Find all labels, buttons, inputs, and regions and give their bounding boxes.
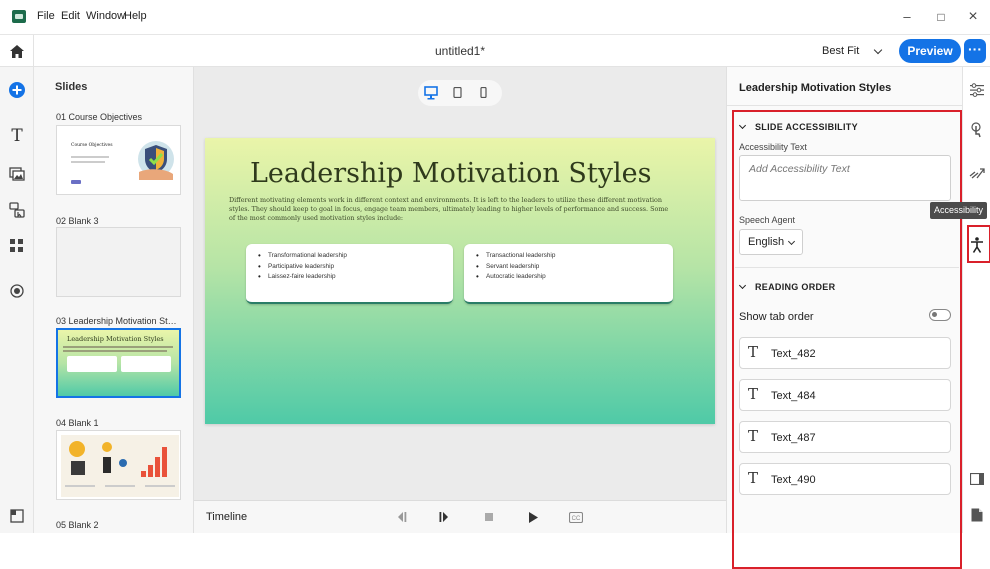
accessibility-tooltip: Accessibility xyxy=(930,202,988,219)
animation-icon xyxy=(969,168,985,179)
thumb-card xyxy=(121,356,171,372)
accessibility-button[interactable] xyxy=(969,237,985,253)
thumb-title: Course Objectives xyxy=(71,143,113,148)
play-icon xyxy=(529,511,538,523)
list-item: Participative leadership xyxy=(258,262,441,273)
text-tool-button[interactable]: T xyxy=(8,126,26,146)
list-item: Laissez-faire leadership xyxy=(258,272,441,283)
menu-bar: File Edit Window Help – □ × xyxy=(0,0,990,35)
plus-circle-icon xyxy=(9,82,25,98)
more-options-button[interactable]: ··· xyxy=(964,39,986,63)
canvas-area: Leadership Motivation Styles Different m… xyxy=(194,67,726,500)
widgets-icon xyxy=(10,239,23,252)
step-forward-icon xyxy=(439,512,448,522)
panel-toggle-button[interactable] xyxy=(8,507,26,525)
menu-window[interactable]: Window xyxy=(86,10,125,22)
slide-notes-button[interactable] xyxy=(969,471,985,487)
list-item: Transactional leadership xyxy=(476,251,661,262)
slide-thumbnail-1[interactable]: Course Objectives xyxy=(56,125,181,195)
stop-button[interactable] xyxy=(481,510,497,524)
illustration-icon xyxy=(61,435,179,497)
thumb-text-line xyxy=(71,156,109,158)
slide-thumbnail-4[interactable] xyxy=(56,430,181,500)
interaction-panel-button[interactable] xyxy=(969,122,985,138)
slide-label: 02 Blank 3 xyxy=(56,216,99,226)
preview-button[interactable]: Preview xyxy=(899,39,961,63)
menu-file[interactable]: File xyxy=(37,10,55,22)
menu-edit[interactable]: Edit xyxy=(61,10,80,22)
properties-panel: Leadership Motivation Styles SLIDE ACCES… xyxy=(726,67,963,569)
bullet-card-left[interactable]: Transformational leadership Participativ… xyxy=(246,244,453,304)
timeline-label[interactable]: Timeline xyxy=(206,511,247,523)
slide-label: 01 Course Objectives xyxy=(56,112,143,122)
slide-canvas[interactable]: Leadership Motivation Styles Different m… xyxy=(205,138,715,424)
thumb-text-line xyxy=(63,346,173,348)
interactions-tool-button[interactable] xyxy=(8,201,26,219)
slide-title[interactable]: Leadership Motivation Styles xyxy=(250,158,651,189)
timeline-bar: Timeline CC xyxy=(194,500,726,533)
stop-icon xyxy=(485,513,493,521)
thumb-text-line xyxy=(71,161,105,163)
divider xyxy=(727,105,963,106)
media-tool-button[interactable] xyxy=(8,165,26,183)
record-button[interactable] xyxy=(8,282,26,300)
slides-panel: Slides 01 Course Objectives Course Objec… xyxy=(34,67,194,533)
maximize-button[interactable]: □ xyxy=(924,6,958,28)
image-icon xyxy=(9,167,25,181)
slide-thumbnail-2[interactable] xyxy=(56,227,181,297)
close-button[interactable]: × xyxy=(956,6,990,28)
widgets-tool-button[interactable] xyxy=(8,237,26,255)
slide-panel-icon xyxy=(970,473,984,485)
step-back-button[interactable] xyxy=(394,510,410,524)
sliders-icon xyxy=(970,83,984,97)
closed-caption-button[interactable]: CC xyxy=(568,510,584,524)
slide-label: 03 Leadership Motivation Styl... xyxy=(56,316,181,326)
panel-title: Leadership Motivation Styles xyxy=(739,82,892,94)
toolbar: untitled1* Best Fit Preview ··· xyxy=(0,35,990,67)
step-forward-button[interactable] xyxy=(436,510,452,524)
document-title: untitled1* xyxy=(434,44,486,58)
document-button[interactable] xyxy=(969,507,985,523)
properties-button[interactable] xyxy=(969,82,985,98)
slide-label: 05 Blank 2 xyxy=(56,520,99,530)
highlight-annotation-box xyxy=(732,110,962,569)
right-tool-rail xyxy=(962,67,990,533)
animation-panel-button[interactable] xyxy=(969,165,985,181)
list-item: Autocratic leadership xyxy=(476,272,661,283)
accessibility-icon xyxy=(971,237,983,253)
record-icon xyxy=(10,284,24,298)
thumb-text-line xyxy=(63,350,167,352)
minimize-button[interactable]: – xyxy=(890,6,924,28)
slides-heading: Slides xyxy=(55,81,88,93)
interaction-icon xyxy=(9,202,25,218)
list-item: Servant leadership xyxy=(476,262,661,273)
play-button[interactable] xyxy=(525,510,541,524)
text-icon: T xyxy=(11,126,23,146)
desktop-icon[interactable] xyxy=(424,86,438,100)
slide-label: 04 Blank 1 xyxy=(56,418,99,428)
mobile-icon[interactable] xyxy=(478,87,490,98)
slide-body-text[interactable]: Different motivating elements work in di… xyxy=(229,196,669,223)
touch-icon xyxy=(971,122,981,138)
step-back-icon xyxy=(398,512,407,522)
document-icon xyxy=(971,508,983,522)
zoom-select[interactable]: Best Fit xyxy=(822,41,892,61)
left-tool-rail: T xyxy=(0,67,34,533)
thumb-card xyxy=(67,356,117,372)
shield-check-icon xyxy=(138,141,174,180)
device-view-toggle xyxy=(418,80,502,106)
thumb-button xyxy=(71,180,81,184)
closed-caption-icon: CC xyxy=(569,511,583,523)
bullet-card-right[interactable]: Transactional leadership Servant leaders… xyxy=(464,244,673,304)
slide-thumbnail-3[interactable]: Leadership Motivation Styles xyxy=(56,328,181,398)
svg-text:CC: CC xyxy=(572,516,581,522)
tablet-icon[interactable] xyxy=(452,87,464,98)
app-logo-icon xyxy=(12,10,26,23)
add-slide-button[interactable] xyxy=(8,81,26,99)
list-item: Transformational leadership xyxy=(258,251,441,262)
menu-help[interactable]: Help xyxy=(124,10,147,22)
thumb-title: Leadership Motivation Styles xyxy=(67,335,164,343)
panel-icon xyxy=(10,509,24,523)
